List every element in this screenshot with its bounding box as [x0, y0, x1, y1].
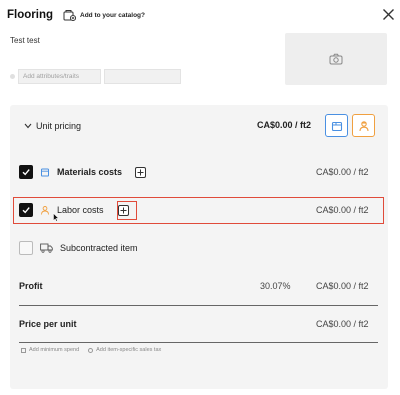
ppu-value-unit: / ft2: [353, 319, 369, 329]
item-title: Flooring: [7, 9, 53, 21]
unit-pricing-price: CA$0.00: [257, 120, 293, 130]
truck-icon: [40, 243, 53, 253]
attributes-input[interactable]: Add attributes/traits: [18, 69, 101, 84]
price-per-unit-value: CA$0.00 / ft2: [316, 319, 369, 329]
profit-label: Profit: [19, 281, 43, 291]
materials-costs-value: CA$0.00 / ft2: [316, 167, 369, 177]
materials-mode-button[interactable]: [325, 114, 348, 137]
materials-value-amount: CA$0.00: [316, 167, 352, 177]
add-minimum-spend-link[interactable]: Add minimum spend: [21, 347, 79, 353]
catalog-label: Add to your catalog?: [80, 11, 145, 19]
chevron-down-icon[interactable]: [24, 123, 32, 129]
profit-percent-sign: %: [282, 281, 291, 291]
close-icon[interactable]: [382, 8, 395, 21]
profit-value-unit: / ft2: [353, 281, 369, 291]
plus-circle-icon: [88, 347, 94, 353]
profit-percent-value: 30.07: [260, 281, 283, 291]
subcontracted-label: Subcontracted item: [60, 243, 138, 253]
materials-costs-row: Materials costs: [19, 164, 147, 180]
unit-pricing-label[interactable]: Unit pricing: [36, 121, 81, 131]
check-icon: [22, 169, 30, 176]
add-to-catalog-prompt[interactable]: Add to your catalog?: [63, 9, 145, 21]
attribute-value-input[interactable]: [104, 69, 181, 84]
profit-value: CA$0.00 / ft2: [316, 281, 369, 291]
footer-links: Add minimum spend Add item-specific sale…: [21, 347, 161, 353]
divider: [19, 342, 378, 343]
profit-value-amount: CA$0.00: [316, 281, 352, 291]
subcontracted-row: Subcontracted item: [19, 240, 138, 256]
labor-mode-button[interactable]: [352, 114, 375, 137]
min-spend-label: Add minimum spend: [29, 347, 80, 353]
add-materials-button[interactable]: [135, 166, 147, 178]
modal-header: Flooring Add to your catalog?: [0, 0, 400, 30]
photo-upload[interactable]: [285, 33, 387, 85]
plus-box-icon: [21, 347, 26, 353]
ppu-value-amount: CA$0.00: [316, 319, 352, 329]
plus-icon: [137, 169, 144, 175]
camera-icon: [329, 53, 343, 65]
unit-pricing-total: CA$0.00 / ft2: [257, 120, 311, 130]
item-name[interactable]: Test test: [10, 36, 40, 45]
materials-costs-label: Materials costs: [57, 167, 123, 177]
materials-checkbox[interactable]: [19, 165, 33, 179]
catalog-icon: [63, 10, 76, 21]
price-per-unit-label: Price per unit: [19, 319, 77, 329]
profit-percent[interactable]: 30.07%: [260, 281, 291, 291]
unit-pricing-unit: / ft2: [295, 120, 312, 130]
materials-icon: [331, 121, 342, 131]
mouse-cursor-icon: [53, 213, 59, 222]
worker-icon: [358, 120, 369, 131]
attributes-row: Add attributes/traits: [10, 69, 181, 84]
divider: [19, 305, 378, 306]
add-labor-highlight: [117, 201, 137, 220]
sales-tax-label: Add item-specific sales tax: [96, 347, 162, 353]
materials-icon: [41, 168, 49, 177]
subcontracted-checkbox[interactable]: [19, 241, 33, 255]
labor-row-highlight: [13, 197, 384, 224]
add-sales-tax-link[interactable]: Add item-specific sales tax: [88, 347, 161, 353]
materials-value-unit: / ft2: [353, 167, 369, 177]
attribute-handle: [10, 74, 15, 79]
